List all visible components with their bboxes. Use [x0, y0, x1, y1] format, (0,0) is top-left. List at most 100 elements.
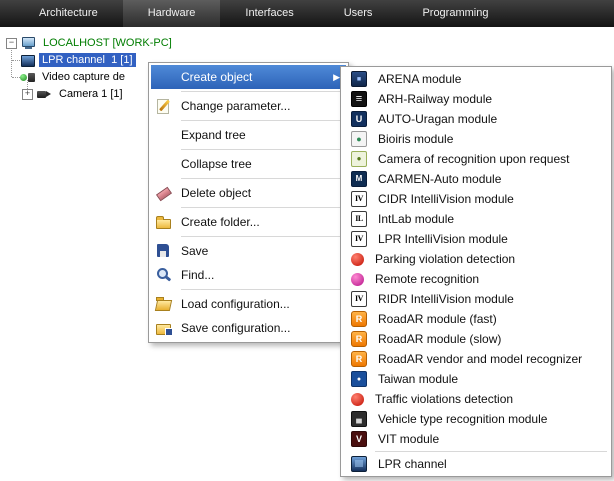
submenu-item-vit-module[interactable]: VIT module	[343, 429, 609, 449]
tree-guide-line	[12, 60, 20, 61]
menu-item-label: LPR channel	[378, 457, 447, 471]
submenu-item-ridr-intellivision-module[interactable]: RIDR IntelliVision module	[343, 289, 609, 309]
menu-item-label: ARENA module	[378, 72, 461, 86]
menu-separator	[181, 91, 344, 92]
submenu-item-parking-violation-detection[interactable]: Parking violation detection	[343, 249, 609, 269]
taiwan-module-icon	[351, 371, 367, 387]
tree-context-menu: Create object Change parameter... Expand…	[148, 62, 349, 343]
menu-separator	[181, 149, 344, 150]
vit-module-icon	[351, 431, 367, 447]
context-menu-item-change-parameter[interactable]: Change parameter...	[151, 94, 346, 118]
menu-separator	[181, 236, 344, 237]
tree-node-label-selected[interactable]: LPR channel 1 [1]	[39, 53, 136, 67]
arena-module-icon	[351, 71, 367, 87]
submenu-arrow-icon	[333, 73, 340, 82]
submenu-item-camera-recognition-request[interactable]: Camera of recognition upon request	[343, 149, 609, 169]
roadar-module-fast-icon	[351, 311, 367, 327]
menu-item-label: RoadAR vendor and model recognizer	[378, 352, 582, 366]
auto-uragan-module-icon	[351, 111, 367, 127]
lpr-channel-icon	[351, 456, 367, 472]
submenu-item-auto-uragan-module[interactable]: AUTO-Uragan module	[343, 109, 609, 129]
menu-item-label: CIDR IntelliVision module	[378, 192, 514, 206]
menu-item-label: CARMEN-Auto module	[378, 172, 501, 186]
tree-node-label[interactable]: Video capture de	[39, 70, 128, 84]
create-folder-icon	[155, 214, 173, 230]
menu-item-label: LPR IntelliVision module	[378, 232, 508, 246]
menu-separator	[181, 178, 344, 179]
computer-icon	[21, 37, 36, 50]
tree-node-label[interactable]: LOCALHOST [WORK-PC]	[40, 36, 175, 50]
submenu-item-intlab-module[interactable]: IntLab module	[343, 209, 609, 229]
menu-item-label: Find...	[181, 268, 214, 282]
lpr-intellivision-module-icon	[351, 231, 367, 247]
context-menu-item-save-configuration[interactable]: Save configuration...	[151, 316, 346, 340]
menu-item-label: Load configuration...	[181, 297, 290, 311]
menu-item-label: Taiwan module	[378, 372, 458, 386]
menu-item-label: Collapse tree	[181, 157, 252, 171]
menu-item-label: IntLab module	[378, 212, 454, 226]
menu-item-label: Remote recognition	[375, 272, 479, 286]
carmen-auto-module-icon	[351, 171, 367, 187]
submenu-item-traffic-violations-detection[interactable]: Traffic violations detection	[343, 389, 609, 409]
tree-node-camera: Camera 1 [1]	[22, 86, 126, 102]
load-configuration-icon	[155, 296, 173, 312]
menu-item-label: Delete object	[181, 186, 251, 200]
menu-item-label: Bioiris module	[378, 132, 453, 146]
menu-item-label: Parking violation detection	[375, 252, 515, 266]
remote-recognition-icon	[351, 273, 364, 286]
submenu-item-arh-railway-module[interactable]: ARH-Railway module	[343, 89, 609, 109]
tab-hardware[interactable]: Hardware	[123, 0, 221, 27]
tab-interfaces[interactable]: Interfaces	[220, 0, 318, 27]
submenu-item-roadar-vendor-model-recognizer[interactable]: RoadAR vendor and model recognizer	[343, 349, 609, 369]
intlab-module-icon	[351, 211, 367, 227]
expand-tree-icon-slot	[155, 127, 173, 143]
menu-item-label: Expand tree	[181, 128, 246, 142]
menu-separator	[181, 289, 344, 290]
roadar-module-slow-icon	[351, 331, 367, 347]
submenu-item-cidr-intellivision-module[interactable]: CIDR IntelliVision module	[343, 189, 609, 209]
menu-item-label: RoadAR module (fast)	[378, 312, 497, 326]
collapse-tree-icon-slot	[155, 156, 173, 172]
vehicle-type-recognition-module-icon	[351, 411, 367, 427]
submenu-item-bioiris-module[interactable]: Bioiris module	[343, 129, 609, 149]
context-menu-item-delete-object[interactable]: Delete object	[151, 181, 346, 205]
ridr-intellivision-module-icon	[351, 291, 367, 307]
tab-programming[interactable]: Programming	[397, 0, 513, 27]
context-menu-item-collapse-tree[interactable]: Collapse tree	[151, 152, 346, 176]
delete-object-icon	[155, 185, 173, 201]
context-menu-item-load-configuration[interactable]: Load configuration...	[151, 292, 346, 316]
save-configuration-icon	[155, 320, 173, 336]
submenu-item-taiwan-module[interactable]: Taiwan module	[343, 369, 609, 389]
menu-item-label: RoadAR module (slow)	[378, 332, 501, 346]
menu-item-label: Save	[181, 244, 208, 258]
bioiris-module-icon	[351, 131, 367, 147]
expand-expander-icon[interactable]	[22, 89, 33, 100]
tab-users[interactable]: Users	[319, 0, 398, 27]
menu-item-label: RIDR IntelliVision module	[378, 292, 514, 306]
find-icon	[155, 267, 173, 283]
context-menu-item-create-folder[interactable]: Create folder...	[151, 210, 346, 234]
submenu-item-carmen-auto-module[interactable]: CARMEN-Auto module	[343, 169, 609, 189]
submenu-item-arena-module[interactable]: ARENA module	[343, 69, 609, 89]
save-icon	[155, 243, 173, 259]
context-menu-item-expand-tree[interactable]: Expand tree	[151, 123, 346, 147]
menu-separator	[375, 451, 607, 452]
tree-node-label[interactable]: Camera 1 [1]	[56, 87, 126, 101]
submenu-item-lpr-intellivision-module[interactable]: LPR IntelliVision module	[343, 229, 609, 249]
tree-guide-line	[12, 77, 20, 78]
submenu-item-remote-recognition[interactable]: Remote recognition	[343, 269, 609, 289]
menu-item-label: Save configuration...	[181, 321, 290, 335]
submenu-item-roadar-module-fast[interactable]: RoadAR module (fast)	[343, 309, 609, 329]
camera-recognition-request-icon	[351, 151, 367, 167]
menu-item-label: VIT module	[378, 432, 439, 446]
menu-item-label: Change parameter...	[181, 99, 290, 113]
submenu-item-roadar-module-slow[interactable]: RoadAR module (slow)	[343, 329, 609, 349]
submenu-item-vehicle-type-recognition-module[interactable]: Vehicle type recognition module	[343, 409, 609, 429]
context-menu-item-create-object[interactable]: Create object	[151, 65, 346, 89]
submenu-item-lpr-channel[interactable]: LPR channel	[343, 454, 609, 474]
context-menu-item-find[interactable]: Find...	[151, 263, 346, 287]
context-menu-item-save[interactable]: Save	[151, 239, 346, 263]
tab-architecture[interactable]: Architecture	[14, 0, 123, 27]
collapse-expander-icon[interactable]	[6, 38, 17, 49]
cidr-intellivision-module-icon	[351, 191, 367, 207]
